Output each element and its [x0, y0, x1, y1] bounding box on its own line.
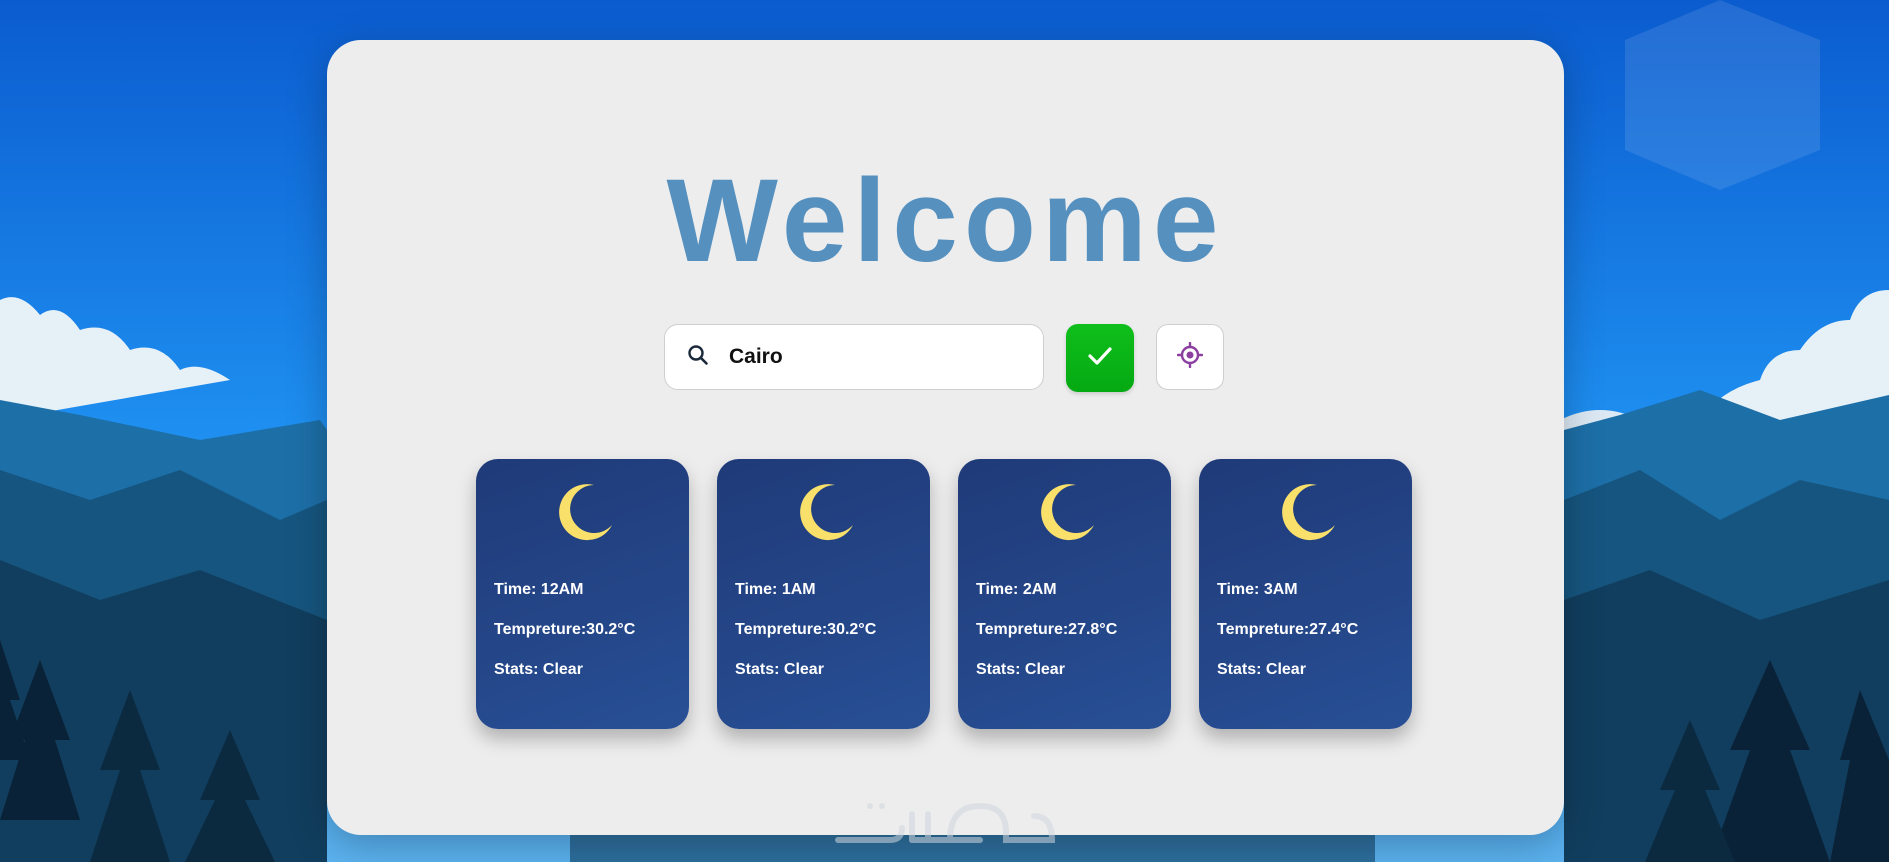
watermark-logo: [830, 792, 1060, 857]
hourly-forecast: Time: 12AM Tempreture:30.2°C Stats: Clea…: [476, 459, 1412, 729]
forecast-card: Time: 12AM Tempreture:30.2°C Stats: Clea…: [476, 459, 689, 729]
search-icon: [687, 344, 709, 371]
moon-icon: [1032, 477, 1096, 548]
moon-icon: [550, 477, 614, 548]
weather-panel: Welcome Cairo Time: 12AM Tempreture:30.2…: [327, 40, 1564, 835]
forecast-status: Stats: Clear: [976, 661, 1065, 678]
search-bar: [664, 324, 1224, 392]
crosshair-icon: [1176, 341, 1204, 373]
moon-icon: [791, 477, 855, 548]
forecast-temperature: Tempreture:30.2°C: [494, 621, 636, 638]
forecast-time: Time: 1AM: [735, 581, 816, 598]
submit-city-button[interactable]: [1066, 324, 1134, 392]
forecast-card: Time: 1AM Tempreture:30.2°C Stats: Clear: [717, 459, 930, 729]
forecast-time: Time: 3AM: [1217, 581, 1298, 598]
current-location-button[interactable]: [1156, 324, 1224, 390]
forecast-status: Stats: Clear: [1217, 661, 1306, 678]
moon-icon: [1273, 477, 1337, 548]
forecast-time: Time: 2AM: [976, 581, 1057, 598]
city-search-box[interactable]: [664, 324, 1044, 390]
forecast-time: Time: 12AM: [494, 581, 584, 598]
check-icon: [1087, 345, 1113, 372]
forecast-status: Stats: Clear: [494, 661, 583, 678]
forecast-card: Time: 2AM Tempreture:27.8°C Stats: Clear: [958, 459, 1171, 729]
forecast-status: Stats: Clear: [735, 661, 824, 678]
forecast-card: Time: 3AM Tempreture:27.4°C Stats: Clear: [1199, 459, 1412, 729]
page-title: Welcome: [666, 155, 1225, 287]
city-search-input[interactable]: [727, 344, 1031, 370]
background-scene: Welcome Cairo Time: 12AM Tempreture:30.2…: [0, 0, 1889, 862]
forecast-temperature: Tempreture:27.4°C: [1217, 621, 1359, 638]
forecast-temperature: Tempreture:27.8°C: [976, 621, 1118, 638]
forecast-temperature: Tempreture:30.2°C: [735, 621, 877, 638]
